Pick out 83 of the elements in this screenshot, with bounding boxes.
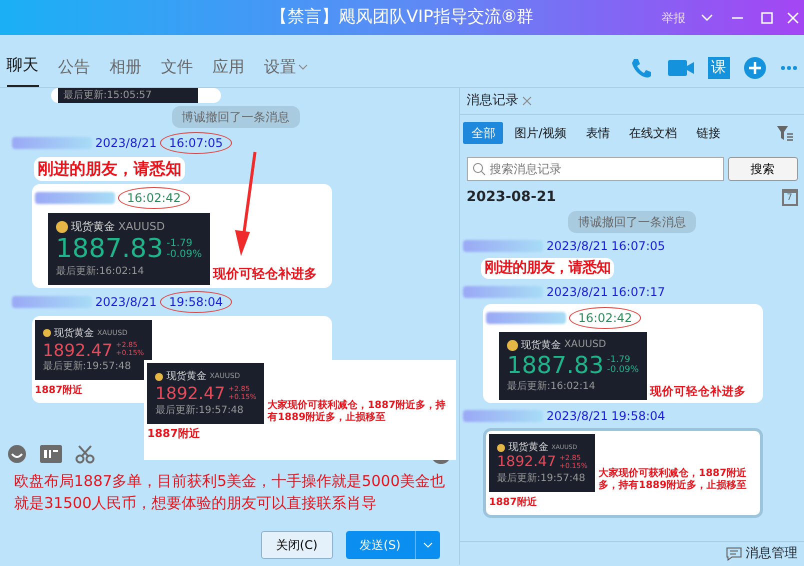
message-date: 2023/8/21: [546, 284, 608, 301]
quote-name: 现货黄金: [508, 440, 548, 455]
quote-percent: -0.09%: [166, 249, 202, 260]
filter-tab[interactable]: 图片/视频: [506, 122, 575, 144]
quote-name: 现货黄金: [166, 370, 206, 384]
add-icon[interactable]: [742, 56, 766, 80]
coin-icon: [155, 372, 164, 381]
message-time: 16:07:05: [160, 132, 232, 154]
quote-name: 现货黄金: [54, 326, 94, 341]
message-input[interactable]: 欧盘布局1887多单，目前获利5美金，十手操作就是5000美金也就是31500人民币，想要体验的朋友可以直接联系肖导: [0, 470, 459, 528]
report-link[interactable]: 举报: [662, 8, 686, 26]
image-caption: 现价可轻仓补进多: [650, 382, 746, 400]
tab[interactable]: 应用: [212, 45, 244, 87]
quote-updated: 最后更新:19:57:48: [155, 404, 245, 418]
quote-price: 1887.83: [56, 235, 164, 264]
tab[interactable]: 相册: [110, 45, 142, 87]
message-date: 2023/8/21: [95, 134, 157, 152]
image-caption: 大家现价可获利减仓，1887附近多，持有1889附近多，止损移至: [268, 400, 447, 424]
recall-notice: 博诚撤回了一条消息: [172, 106, 300, 128]
quoted-time: 16:02:42: [118, 187, 190, 210]
quote-updated: 最后更新:16:02:14: [56, 264, 146, 279]
send-options-button[interactable]: [414, 531, 440, 560]
history-tab[interactable]: 消息记录: [466, 91, 518, 111]
quote-name: 现货黄金: [71, 218, 115, 234]
tab[interactable]: 聊天: [6, 43, 38, 87]
image-caption: 1887附近: [489, 496, 537, 510]
filter-tab[interactable]: 在线文档: [621, 122, 686, 144]
quote-symbol: XAUUSD: [118, 218, 165, 234]
image-caption: 现价可轻仓补进多: [213, 266, 318, 284]
date-heading: 2023-08-21: [466, 188, 556, 207]
send-button[interactable]: 发送(S): [346, 531, 414, 560]
quote-price: 1887.83: [507, 353, 604, 380]
image-caption: 大家现价可获利减仓，1887附近多，持有1889附近多，止损移至: [598, 468, 748, 492]
more-icon[interactable]: [780, 64, 798, 70]
message-date: 2023/8/21: [546, 238, 608, 254]
message-manage-link[interactable]: 消息管理: [746, 544, 798, 564]
tab[interactable]: 公告: [58, 45, 90, 87]
message-time: 19:58:04: [611, 408, 666, 425]
filter-tab[interactable]: 链接: [688, 122, 728, 144]
image-caption: 1887附近: [147, 426, 200, 440]
message-time: 16:07:17: [611, 284, 666, 301]
message-manage-icon: [726, 546, 742, 560]
caret-icon: [422, 541, 432, 550]
quote-symbol: XAUUSD: [564, 338, 606, 352]
quote-price: 1892.47: [155, 384, 226, 403]
coin-icon: [56, 220, 68, 233]
close-icon[interactable]: [522, 96, 532, 106]
message-time: 19:58:04: [160, 291, 232, 314]
message-date: 2023/8/21: [546, 408, 608, 425]
calendar-button[interactable]: 7: [782, 189, 798, 206]
quote-percent: -0.09%: [606, 366, 639, 376]
image-caption: 1887附近: [34, 384, 83, 398]
message-time: 16:07:05: [611, 238, 666, 254]
search-icon: [472, 162, 486, 176]
coin-icon: [507, 340, 518, 352]
quote-change: -1.79: [606, 356, 630, 366]
message-text: 刚进的朋友，请悉知: [37, 158, 182, 180]
scissors-icon[interactable]: [74, 444, 94, 464]
quote-change: -1.79: [166, 238, 194, 250]
search-field[interactable]: 搜索消息记录: [466, 156, 724, 180]
quote-updated: 最后更新:15:05:57: [64, 90, 152, 101]
coin-icon: [42, 329, 51, 338]
quote-updated: 最后更新:19:57:48: [497, 472, 586, 486]
quote-price: 1892.47: [497, 455, 556, 471]
quoted-time: 16:02:42: [569, 307, 642, 330]
quote-name: 现货黄金: [521, 338, 562, 354]
message-text: 刚进的朋友，请悉知: [484, 258, 610, 278]
window-title: 【禁言】飓风团队VIP指导交流⑧群: [270, 6, 534, 29]
recall-notice: 博诚撤回了一条消息: [568, 211, 696, 234]
message-date: 2023/8/21: [95, 294, 157, 312]
tab[interactable]: 文件: [161, 45, 193, 87]
search-button[interactable]: 搜索: [728, 156, 798, 180]
quote-updated: 最后更新:16:02:14: [507, 380, 596, 394]
filter-tab[interactable]: 表情: [578, 122, 618, 144]
course-button[interactable]: 课: [708, 56, 730, 78]
coin-icon: [497, 444, 505, 452]
filter-tab[interactable]: 全部: [463, 122, 504, 144]
filter-icon[interactable]: [776, 124, 794, 142]
tab[interactable]: 设置: [264, 45, 310, 87]
quote-price: 1892.47: [42, 340, 113, 360]
emoji-icon[interactable]: [6, 444, 26, 464]
close-button[interactable]: 关闭(C): [260, 531, 333, 560]
quote-updated: 最后更新:19:57:48: [42, 360, 132, 374]
